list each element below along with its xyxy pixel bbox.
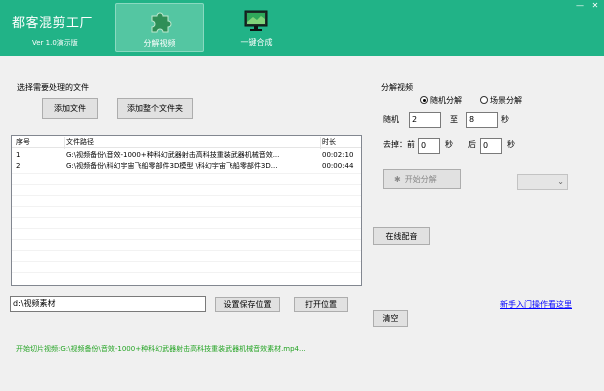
column-header-index: 序号 — [16, 138, 30, 146]
save-path-input[interactable]: d:\视频素材 — [10, 296, 206, 312]
row-path: G:\视频备份\音效-1000+种科幻武器射击高科技重装武器机械音效... — [66, 151, 280, 159]
random-label: 随机 — [383, 115, 399, 124]
radio-scene-label: 场景分解 — [490, 96, 522, 105]
trim-back-input[interactable]: 0 — [480, 138, 502, 154]
split-mode-dropdown[interactable]: ⌄ — [517, 174, 568, 190]
random-to-input[interactable]: 8 — [466, 112, 498, 128]
grid-line — [12, 272, 361, 273]
column-header-duration: 时长 — [322, 138, 336, 146]
radio-random-split[interactable] — [420, 96, 428, 104]
app-title: 都客混剪工厂 — [12, 16, 94, 31]
clear-button[interactable]: 清空 — [373, 310, 408, 327]
gear-icon: ✱ — [394, 174, 401, 184]
column-divider — [64, 137, 65, 149]
tab-label: 分解视频 — [143, 39, 176, 48]
grid-line — [12, 239, 361, 240]
app-version: Ver 1.0演示版 — [32, 39, 78, 47]
grid-line — [12, 195, 361, 196]
to-label: 至 — [450, 115, 458, 124]
title-bar: 都客混剪工厂 Ver 1.0演示版 分解视频 一键合成 — ✕ — [0, 0, 604, 56]
table-row[interactable]: 2 G:\视频备份\科幻宇宙飞船零部件3D模型 \科幻宇宙飞船零部件3D... … — [12, 161, 361, 172]
trim-front-input[interactable]: 0 — [418, 138, 440, 154]
seconds-unit: 秒 — [501, 115, 509, 124]
row-index: 1 — [16, 151, 21, 159]
file-table[interactable]: 序号 文件路径 时长 1 G:\视频备份\音效-1000+种科幻武器射击高科技重… — [11, 135, 362, 286]
grid-line — [12, 206, 361, 207]
status-text: 开始切片视频:G:\视频备份\音效-1000+种科幻武器射击高科技重装武器机械音… — [16, 345, 306, 353]
online-dubbing-button[interactable]: 在线配音 — [373, 227, 430, 245]
add-file-button[interactable]: 添加文件 — [42, 98, 98, 119]
tab-label: 一键合成 — [240, 38, 273, 47]
seconds-unit: 秒 — [445, 140, 453, 149]
open-location-button[interactable]: 打开位置 — [294, 297, 348, 312]
seconds-unit: 秒 — [507, 140, 515, 149]
table-row[interactable]: 1 G:\视频备份\音效-1000+种科幻武器射击高科技重装武器机械音效... … — [12, 150, 361, 161]
row-index: 2 — [16, 162, 21, 170]
add-folder-button[interactable]: 添加整个文件夹 — [117, 98, 193, 119]
grid-line — [12, 184, 361, 185]
monitor-icon — [244, 10, 268, 31]
tab-one-click-compose[interactable]: 一键合成 — [212, 3, 301, 52]
trim-back-label: 后 — [468, 140, 476, 149]
tutorial-link[interactable]: 新手入门操作看这里 — [500, 299, 572, 310]
column-divider — [320, 137, 321, 149]
trim-front-label: 去掉：前 — [383, 140, 415, 149]
chevron-down-icon: ⌄ — [557, 177, 564, 186]
set-save-location-button[interactable]: 设置保存位置 — [215, 297, 280, 312]
split-group-title: 分解视频 — [381, 83, 413, 92]
row-duration: 00:02:10 — [322, 151, 354, 159]
file-group-title: 选择需要处理的文件 — [17, 83, 89, 92]
grid-line — [12, 217, 361, 218]
start-split-label: 开始分解 — [404, 174, 437, 184]
random-from-input[interactable]: 2 — [409, 112, 441, 128]
grid-line — [12, 173, 361, 174]
minimize-button[interactable]: — — [574, 1, 586, 11]
column-header-path: 文件路径 — [66, 138, 94, 146]
start-split-button[interactable]: ✱ 开始分解 — [383, 169, 461, 189]
radio-scene-split[interactable] — [480, 96, 488, 104]
row-duration: 00:00:44 — [322, 162, 354, 170]
grid-line — [12, 250, 361, 251]
tab-split-video[interactable]: 分解视频 — [115, 3, 204, 52]
close-button[interactable]: ✕ — [589, 1, 601, 11]
radio-random-label: 随机分解 — [430, 96, 462, 105]
row-path: G:\视频备份\科幻宇宙飞船零部件3D模型 \科幻宇宙飞船零部件3D... — [66, 162, 278, 170]
grid-line — [12, 228, 361, 229]
table-header: 序号 文件路径 时长 — [12, 137, 361, 149]
puzzle-icon — [151, 12, 172, 33]
grid-line — [12, 261, 361, 262]
